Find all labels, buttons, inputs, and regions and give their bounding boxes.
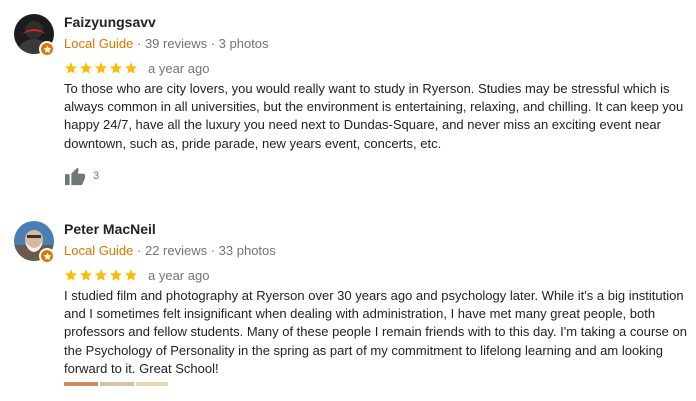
meta-separator: · — [207, 36, 219, 51]
rating-row: a year ago — [64, 59, 209, 77]
reviews-count: 39 reviews — [144, 36, 208, 51]
like-button[interactable]: 3 — [64, 166, 99, 186]
review-photo-thumbnail[interactable] — [136, 382, 168, 386]
star-icon — [109, 62, 123, 74]
thumbs-up-icon — [65, 167, 86, 186]
reviewer-avatar[interactable] — [14, 221, 55, 264]
star-icon — [94, 62, 108, 74]
review-text: To those who are city lovers, you would … — [64, 81, 684, 151]
review-photo-thumbnail[interactable] — [100, 382, 134, 386]
star-icon — [79, 62, 93, 74]
local-guide-label[interactable]: Local Guide — [64, 36, 133, 51]
local-guide-badge-icon — [39, 248, 55, 264]
meta-separator: · — [207, 243, 219, 258]
star-icon — [94, 269, 108, 281]
reviewer-meta: Local Guide · 22 reviews · 33 photos — [64, 243, 276, 258]
reviews-count: 22 reviews — [144, 243, 208, 258]
reviewer-name[interactable]: Peter MacNeil — [64, 221, 156, 237]
local-guide-label[interactable]: Local Guide — [64, 243, 133, 258]
reviewer-meta: Local Guide · 39 reviews · 3 photos — [64, 36, 269, 51]
review-photos-strip[interactable] — [64, 382, 168, 386]
local-guide-badge-icon — [39, 41, 55, 57]
review-age: a year ago — [148, 60, 210, 76]
review-age: a year ago — [148, 267, 210, 283]
star-rating — [64, 268, 138, 282]
meta-separator: · — [133, 243, 145, 258]
photos-count: 33 photos — [218, 243, 276, 258]
star-icon — [124, 269, 138, 281]
star-icon — [109, 269, 123, 281]
review-text: I studied film and photography at Ryerso… — [64, 288, 687, 376]
star-icon — [124, 62, 138, 74]
star-rating — [64, 61, 138, 75]
star-icon — [79, 269, 93, 281]
star-icon — [64, 62, 78, 74]
photos-count: 3 photos — [218, 36, 269, 51]
meta-separator: · — [133, 36, 145, 51]
reviewer-name[interactable]: Faizyungsavv — [64, 14, 156, 30]
review-photo-thumbnail[interactable] — [64, 382, 98, 386]
rating-row: a year ago — [64, 266, 209, 284]
like-count: 3 — [93, 170, 100, 182]
reviewer-avatar[interactable] — [14, 14, 55, 57]
star-icon — [64, 269, 78, 281]
